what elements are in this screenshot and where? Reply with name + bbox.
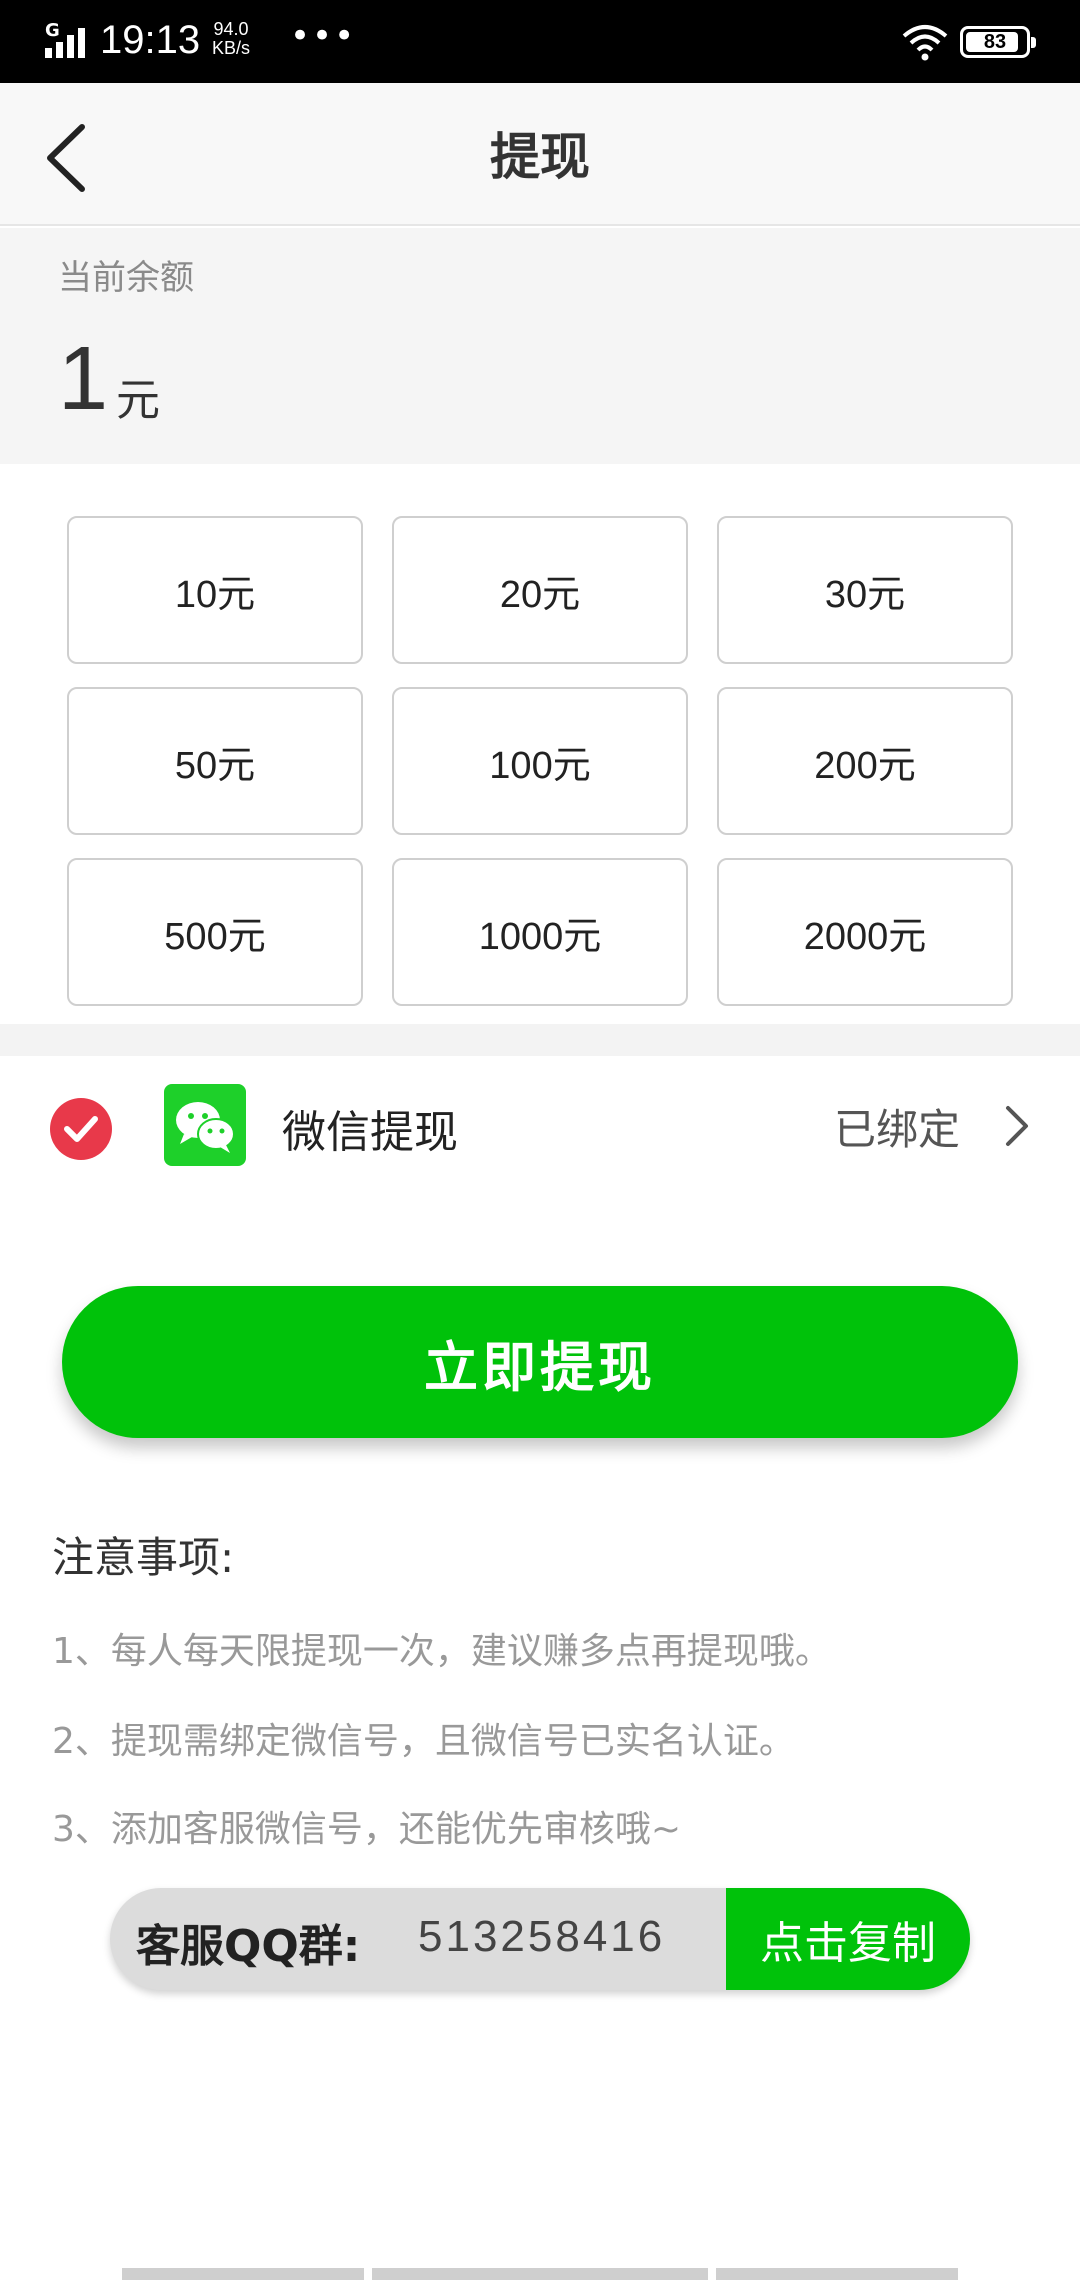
amount-option-2000[interactable]: 2000元 bbox=[717, 858, 1013, 1006]
note-item: 2、提现需绑定微信号，且微信号已实名认证。 bbox=[52, 1721, 795, 1762]
amount-option-500[interactable]: 500元 bbox=[67, 858, 363, 1006]
balance-label: 当前余额 bbox=[58, 258, 194, 298]
section-divider bbox=[0, 1024, 1080, 1056]
battery-level: 83 bbox=[983, 31, 1007, 53]
note-item: 3、添加客服微信号，还能优先审核哦~ bbox=[52, 1809, 682, 1850]
app-header: 提现 bbox=[0, 83, 1080, 226]
balance-unit: 元 bbox=[116, 375, 160, 426]
network-speed-unit: KB/s bbox=[212, 38, 251, 58]
network-speed-value: 94.0 bbox=[213, 19, 249, 39]
amount-option-30[interactable]: 30元 bbox=[717, 516, 1013, 664]
amount-option-10[interactable]: 10元 bbox=[67, 516, 363, 664]
balance-panel: 当前余额 1 元 bbox=[0, 228, 1080, 464]
chevron-right-icon bbox=[1006, 1106, 1028, 1146]
notes-title: 注意事项: bbox=[52, 1533, 235, 1582]
qq-group-number: 513258416 bbox=[418, 1912, 666, 1961]
bottom-bar-segment bbox=[122, 2268, 364, 2280]
check-circle-icon[interactable] bbox=[50, 1098, 112, 1160]
amount-option-1000[interactable]: 1000元 bbox=[392, 858, 688, 1006]
amount-option-50[interactable]: 50元 bbox=[67, 687, 363, 835]
signal-icon: G bbox=[45, 20, 91, 58]
payment-method-row[interactable]: 微信提现 已绑定 bbox=[0, 1056, 1080, 1186]
note-item: 1、每人每天限提现一次，建议赚多点再提现哦。 bbox=[52, 1631, 831, 1672]
amount-grid: 10元 20元 30元 50元 100元 200元 500元 1000元 200… bbox=[0, 464, 1080, 1024]
wechat-icon bbox=[164, 1084, 246, 1166]
binding-status: 已绑定 bbox=[834, 1105, 961, 1154]
amount-option-200[interactable]: 200元 bbox=[717, 687, 1013, 835]
status-time: 19:13 bbox=[100, 18, 201, 62]
wifi-icon bbox=[902, 25, 948, 61]
copy-button[interactable]: 点击复制 bbox=[726, 1888, 970, 1990]
network-speed: 94.0 KB/s bbox=[212, 20, 250, 58]
qq-group-label: 客服QQ群: bbox=[136, 1921, 361, 1972]
bottom-bar-segment bbox=[372, 2268, 708, 2280]
qq-group-bar: 客服QQ群: 513258416 点击复制 bbox=[110, 1888, 970, 1990]
page-title: 提现 bbox=[490, 128, 590, 186]
payment-method-label: 微信提现 bbox=[282, 1107, 458, 1158]
battery-icon: 83 bbox=[960, 26, 1036, 58]
bottom-bar-segment bbox=[716, 2268, 958, 2280]
more-dots-icon: ••• bbox=[290, 16, 357, 56]
amount-option-100[interactable]: 100元 bbox=[392, 687, 688, 835]
amount-option-20[interactable]: 20元 bbox=[392, 516, 688, 664]
status-bar: G 19:13 94.0 KB/s ••• 83 bbox=[0, 0, 1080, 83]
withdraw-button[interactable]: 立即提现 bbox=[62, 1286, 1018, 1438]
balance-amount: 1 bbox=[58, 329, 109, 429]
